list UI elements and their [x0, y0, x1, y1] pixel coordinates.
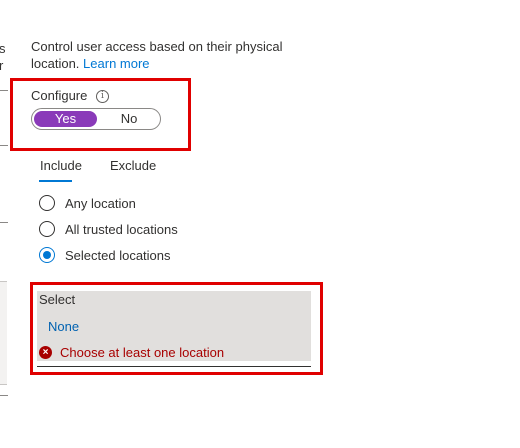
select-value-link[interactable]: None: [48, 319, 79, 334]
left-panel-divider: [0, 90, 8, 91]
left-panel-box: [0, 281, 7, 385]
tab-include-underline: [39, 180, 72, 182]
left-panel-divider: [0, 145, 8, 146]
toggle-no-option[interactable]: No: [100, 111, 158, 127]
radio-label: Any location: [65, 195, 136, 211]
validation-error: × Choose at least one location: [39, 345, 224, 360]
radio-button-checked[interactable]: [39, 247, 55, 263]
radio-all-trusted-locations[interactable]: All trusted locations: [39, 219, 178, 239]
toggle-yes-option[interactable]: Yes: [34, 111, 97, 127]
select-title: Select: [39, 292, 76, 307]
select-underline: [37, 366, 311, 367]
radio-button[interactable]: [39, 195, 55, 211]
left-panel-fragment: r: [0, 58, 4, 73]
configure-label: Configure: [31, 88, 88, 103]
configure-toggle[interactable]: Yes No: [31, 108, 161, 130]
tab-include[interactable]: Include: [40, 157, 82, 174]
error-message: Choose at least one location: [60, 345, 225, 360]
radio-label: All trusted locations: [65, 221, 178, 237]
left-panel-fragment: s: [0, 41, 6, 56]
tab-exclude[interactable]: Exclude: [110, 157, 156, 174]
left-panel-divider: [0, 395, 8, 396]
radio-any-location[interactable]: Any location: [39, 193, 136, 213]
learn-more-link[interactable]: Learn more: [83, 56, 149, 71]
radio-label: Selected locations: [65, 247, 171, 263]
radio-button[interactable]: [39, 221, 55, 237]
description: Control user access based on their physi…: [31, 38, 321, 72]
error-icon: ×: [39, 346, 52, 359]
left-panel-divider: [0, 222, 8, 223]
info-icon[interactable]: i: [96, 90, 109, 103]
description-text: Control user access based on their physi…: [31, 39, 283, 71]
radio-selected-locations[interactable]: Selected locations: [39, 245, 171, 265]
